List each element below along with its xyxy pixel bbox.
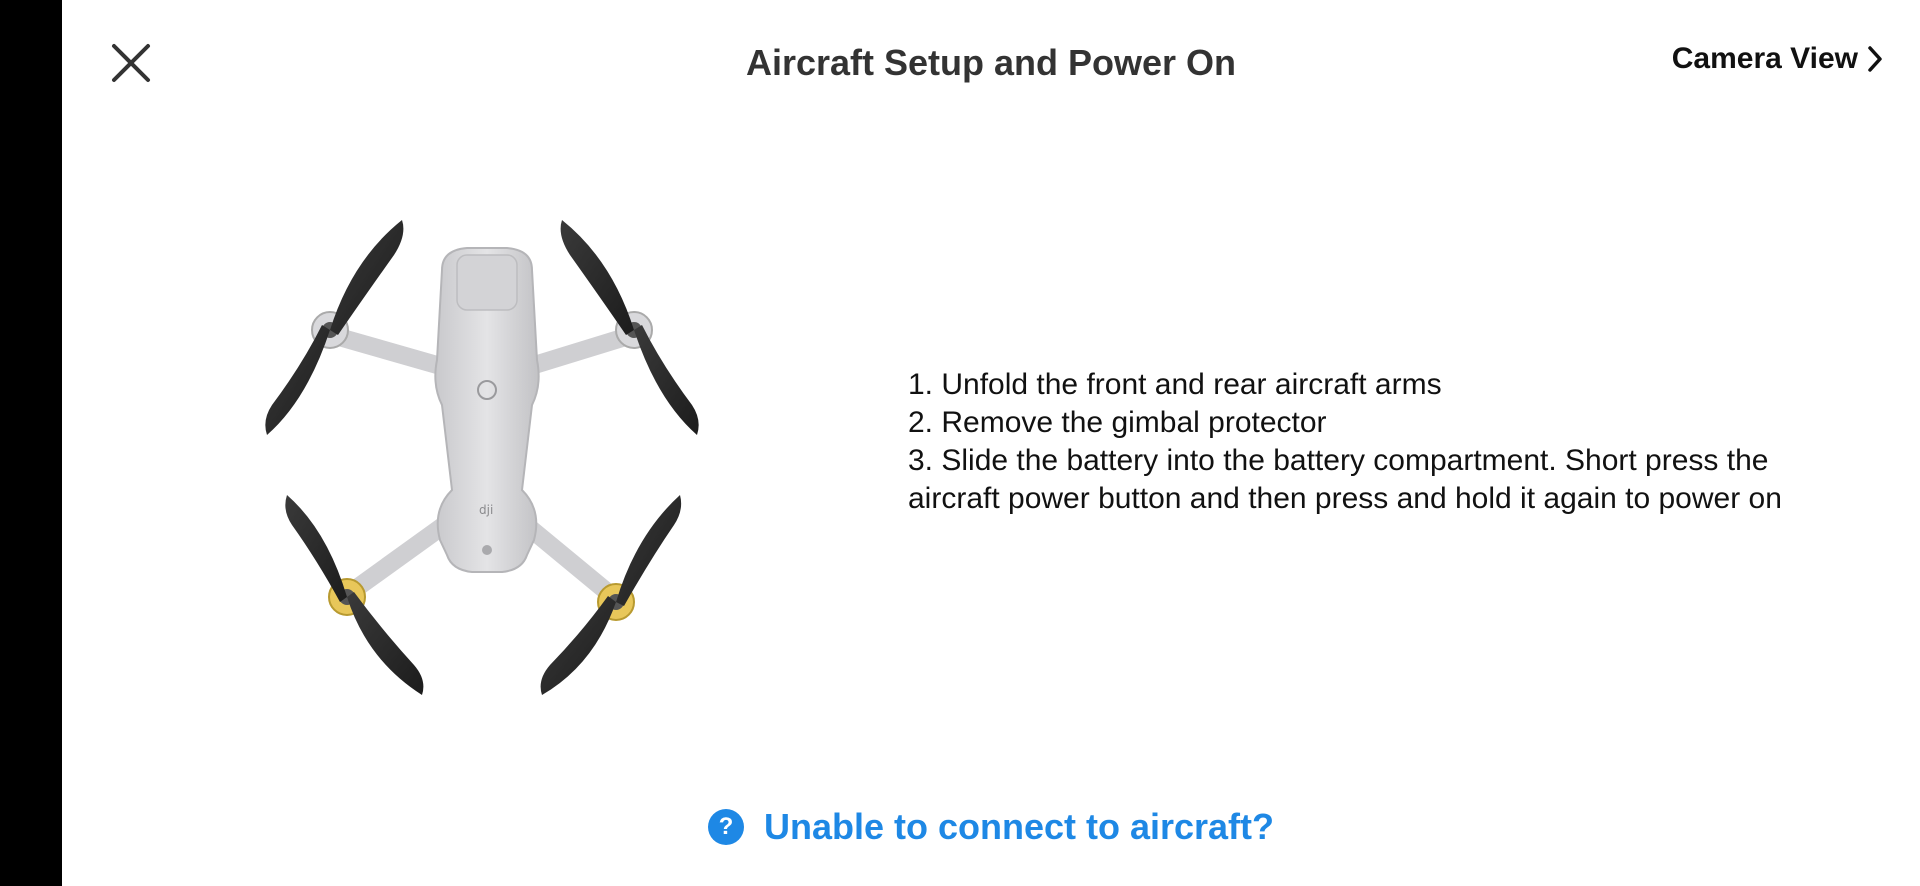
instruction-step: aircraft power button and then press and… xyxy=(908,482,1782,515)
setup-instructions: 1. Unfold the front and rear aircraft ar… xyxy=(908,366,1888,518)
setup-screen: Aircraft Setup and Power On Camera View xyxy=(62,0,1920,886)
help-label: Unable to connect to aircraft? xyxy=(763,806,1275,847)
question-icon: ? xyxy=(707,809,744,845)
drone-body: dji xyxy=(434,247,540,573)
unable-to-connect-link[interactable]: ? Unable to connect to aircraft? xyxy=(62,806,1920,848)
page-title: Aircraft Setup and Power On xyxy=(745,42,1237,83)
camera-view-button[interactable]: Camera View xyxy=(1672,42,1884,76)
instruction-step: 3. Slide the battery into the battery co… xyxy=(908,444,1769,477)
svg-text:dji: dji xyxy=(479,503,493,517)
instruction-step: 1. Unfold the front and rear aircraft ar… xyxy=(908,368,1442,401)
drone-illustration: dji xyxy=(265,220,699,695)
chevron-right-icon xyxy=(1868,46,1882,72)
instruction-step: 2. Remove the gimbal protector xyxy=(908,406,1327,439)
camera-view-label: Camera View xyxy=(1671,42,1858,75)
left-black-bar xyxy=(0,0,62,886)
